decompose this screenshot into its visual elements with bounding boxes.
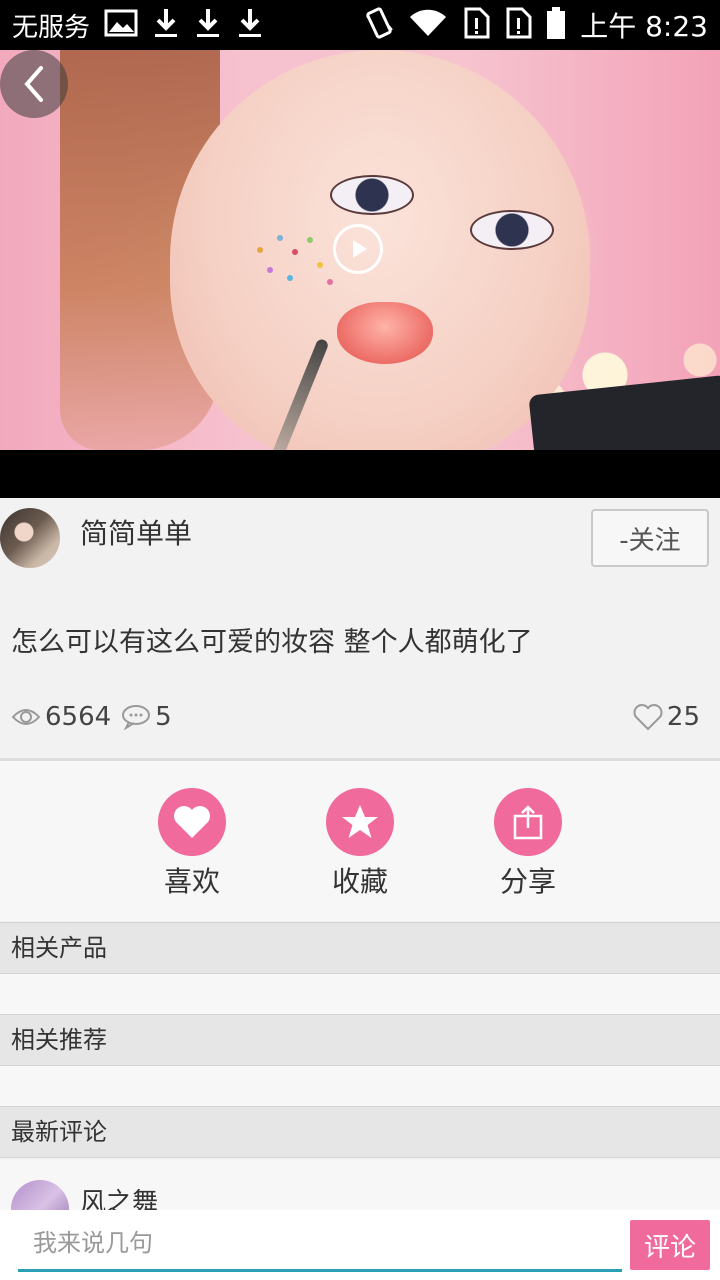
play-button[interactable] (333, 224, 383, 274)
sim-alert-icon (504, 7, 532, 43)
like-button[interactable]: 喜欢 (142, 788, 242, 900)
back-button[interactable] (0, 50, 68, 118)
download-icon (152, 7, 180, 43)
vibrate-icon (364, 6, 394, 44)
star-icon (342, 805, 378, 838)
share-circle (494, 788, 562, 856)
heart-outline-icon (633, 704, 663, 731)
like-label: 喜欢 (163, 865, 220, 898)
avatar[interactable] (0, 508, 60, 568)
favorite-button[interactable]: 收藏 (310, 788, 410, 900)
views-count: 6564 (45, 702, 112, 732)
play-icon (353, 240, 367, 258)
post-text: 怎么可以有这么可爱的妆容 整个人都萌化了 (11, 627, 533, 658)
comment-list: 风之舞 (0, 1160, 720, 1210)
action-bar: 喜欢 收藏 分享 (0, 761, 720, 921)
follow-button[interactable]: -关注 (591, 509, 709, 567)
related-recommend-list (0, 1066, 720, 1106)
chevron-left-icon (24, 66, 43, 102)
related-products-header: 相关产品 (0, 922, 720, 974)
download-icon (194, 7, 222, 43)
video-thumbnail-lips (337, 302, 433, 364)
comment-author[interactable]: 风之舞 (80, 1182, 158, 1210)
download-icon (236, 7, 264, 43)
favorite-label: 收藏 (331, 865, 388, 898)
heart-icon (174, 806, 210, 838)
video-bottom-band (0, 450, 720, 498)
submit-comment-button[interactable]: 评论 (630, 1220, 710, 1270)
comments-stat: 5 (121, 702, 172, 732)
author-name[interactable]: 简简单单 (80, 512, 192, 552)
image-icon (104, 8, 138, 42)
battery-icon (546, 6, 566, 44)
latest-comments-header: 最新评论 (0, 1106, 720, 1158)
favorite-circle (326, 788, 394, 856)
related-products-list (0, 974, 720, 1014)
avatar[interactable] (11, 1180, 69, 1210)
clock: 上午 8:23 (580, 10, 708, 43)
share-label: 分享 (499, 865, 556, 898)
share-button[interactable]: 分享 (478, 788, 578, 900)
wifi-icon (408, 8, 448, 42)
likes-count: 25 (666, 702, 700, 732)
comment-input[interactable] (18, 1216, 622, 1272)
eye-icon (11, 709, 41, 725)
carrier-label: 无服务 (12, 12, 91, 43)
status-bar: 无服务 上午 8:23 (0, 0, 720, 50)
glitter-decoration (257, 235, 333, 285)
views-stat: 6564 (11, 702, 111, 732)
comments-count: 5 (155, 702, 172, 732)
comment-bubble-icon (122, 705, 151, 730)
likes-stat[interactable]: 25 (633, 702, 700, 732)
post-card: 简简单单 -关注 怎么可以有这么可爱的妆容 整个人都萌化了 6564 5 25 (0, 498, 720, 760)
comment-input-bar: 评论 (0, 1210, 720, 1280)
video-thumbnail-eye (330, 175, 414, 215)
share-icon (513, 805, 543, 840)
like-circle (158, 788, 226, 856)
sim-alert-icon (462, 7, 490, 43)
related-recommend-header: 相关推荐 (0, 1014, 720, 1066)
video-thumbnail-eye (470, 210, 554, 250)
post-stats: 6564 5 (11, 702, 182, 732)
